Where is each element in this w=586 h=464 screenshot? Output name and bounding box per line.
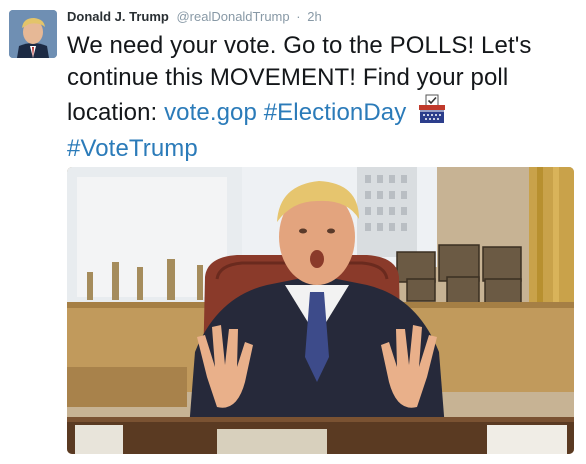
author-avatar[interactable] bbox=[9, 10, 57, 58]
hashtag-electionday[interactable]: #ElectionDay bbox=[264, 99, 407, 126]
video-frame bbox=[67, 167, 574, 454]
tweet-video[interactable] bbox=[67, 167, 574, 454]
hashtag-votetrump[interactable]: #VoteTrump bbox=[67, 135, 198, 162]
tweet-text: We need your vote. Go to the POLLS! Let'… bbox=[67, 30, 582, 165]
tweet-header: Donald J. Trump @realDonaldTrump · 2h bbox=[67, 9, 322, 25]
poll-location-link[interactable]: vote.gop bbox=[164, 99, 257, 126]
avatar-image bbox=[9, 10, 57, 58]
author-handle[interactable]: @realDonaldTrump bbox=[176, 9, 289, 24]
author-name[interactable]: Donald J. Trump bbox=[67, 9, 169, 24]
tweet-timestamp[interactable]: 2h bbox=[307, 9, 321, 24]
separator-dot: · bbox=[296, 9, 301, 24]
ballot-box-icon bbox=[417, 94, 447, 133]
